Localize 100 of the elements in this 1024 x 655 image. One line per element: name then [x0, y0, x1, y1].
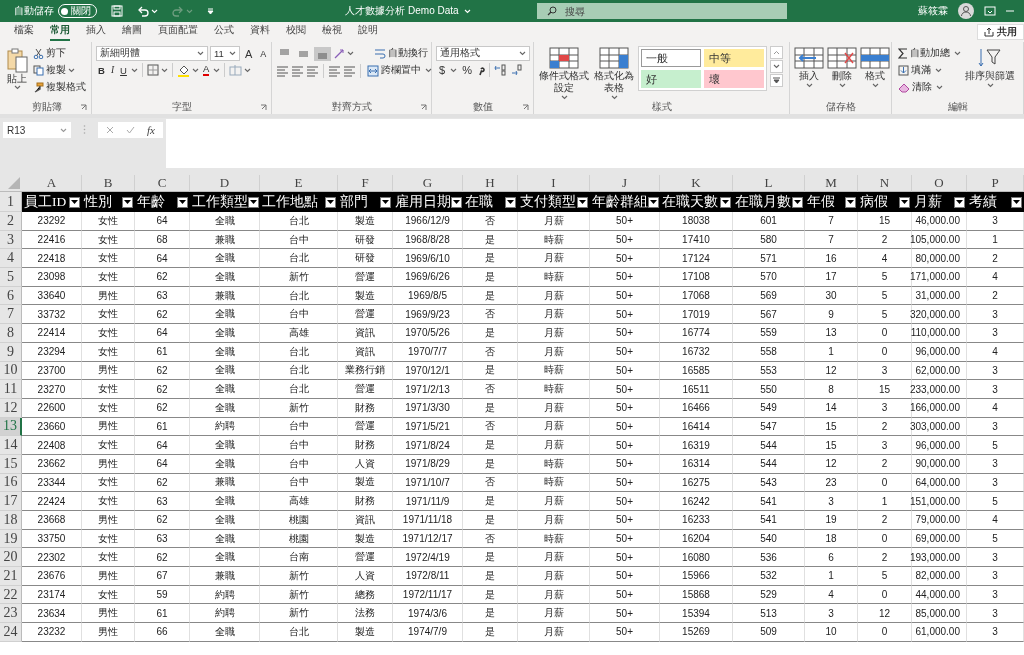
increase-decimal-icon[interactable] [493, 64, 508, 76]
search-field[interactable]: 搜尋 [564, 3, 765, 19]
column-letter[interactable]: D [190, 175, 260, 192]
column-letter[interactable]: J [590, 175, 660, 192]
percent-button[interactable]: % [459, 64, 475, 76]
name-box[interactable]: R13 [3, 122, 71, 138]
cell-style-option[interactable]: 好 [641, 70, 701, 88]
scroll-down-button[interactable] [770, 60, 783, 73]
align-right-icon[interactable] [306, 64, 319, 77]
align-left-icon[interactable] [276, 64, 289, 77]
number-format-field[interactable]: 通用格式 [436, 46, 530, 61]
insert-cells-button[interactable]: 插入 [794, 46, 824, 89]
minimize-icon[interactable] [1006, 7, 1014, 15]
filter-button[interactable] [648, 196, 659, 208]
bold-button[interactable]: B [96, 63, 107, 77]
filter-button[interactable] [248, 196, 259, 208]
borders-icon[interactable] [146, 64, 159, 76]
ribbon-tab[interactable]: 說明 [358, 23, 378, 41]
row-number[interactable]: 24 [0, 623, 22, 642]
font-name-field[interactable]: 新細明體 [96, 46, 208, 61]
merge-center-button[interactable]: 跨欄置中 [365, 63, 423, 78]
italic-button[interactable]: I [108, 64, 117, 76]
format-painter-button[interactable]: 複製格式 [31, 80, 88, 95]
row-number[interactable]: 1 [0, 192, 22, 212]
decrease-decimal-icon[interactable] [509, 64, 524, 76]
filter-button[interactable] [69, 196, 80, 208]
column-letter[interactable]: F [338, 175, 393, 192]
column-letter[interactable]: K [660, 175, 733, 192]
row-number[interactable]: 14 [0, 436, 22, 455]
row-number[interactable]: 23 [0, 604, 22, 624]
bottom-align-button[interactable] [314, 46, 331, 61]
cell-style-option[interactable]: 中等 [704, 49, 764, 67]
filter-button[interactable] [380, 196, 391, 208]
undo-icon[interactable] [137, 5, 149, 17]
align-center-icon[interactable] [291, 64, 304, 77]
filter-button[interactable] [899, 196, 910, 208]
font-size-field[interactable]: 11 [210, 46, 240, 61]
ribbon-tab[interactable]: 公式 [214, 23, 234, 41]
underline-button[interactable]: U [118, 63, 129, 77]
comma-style-icon[interactable] [476, 64, 485, 76]
column-letter[interactable]: P [967, 175, 1024, 192]
filter-button[interactable] [577, 196, 588, 208]
cell-style-option[interactable]: 一般 [641, 49, 701, 67]
ribbon-display-icon[interactable] [984, 6, 996, 16]
delete-cells-button[interactable]: 刪除 [827, 46, 857, 89]
row-number[interactable]: 2 [0, 212, 22, 231]
launcher-icon[interactable] [420, 104, 427, 111]
row-number[interactable]: 4 [0, 249, 22, 269]
cancel-icon[interactable] [106, 126, 114, 134]
search-box[interactable]: 搜尋 [536, 3, 787, 19]
ribbon-tab[interactable]: 插入 [86, 23, 106, 41]
decrease-indent-icon[interactable] [328, 64, 341, 77]
format-as-table-button[interactable]: 格式化為表格 [593, 46, 635, 101]
filter-button[interactable] [792, 196, 803, 208]
column-letter[interactable]: B [82, 175, 135, 192]
ribbon-tab[interactable]: 資料 [250, 23, 270, 41]
launcher-icon[interactable] [522, 104, 529, 111]
filter-button[interactable] [122, 196, 133, 208]
column-letter[interactable]: G [393, 175, 463, 192]
save-icon[interactable] [111, 5, 123, 17]
increase-indent-icon[interactable] [343, 64, 356, 77]
ribbon-tab[interactable]: 繪圖 [122, 23, 142, 41]
filter-button[interactable] [325, 196, 336, 208]
row-number[interactable]: 17 [0, 492, 22, 511]
avatar[interactable] [958, 3, 974, 19]
row-number[interactable]: 20 [0, 548, 22, 568]
paste-button[interactable]: 貼上 [6, 46, 28, 92]
fill-color-icon[interactable] [176, 63, 190, 77]
sort-filter-button[interactable]: 排序與篩選 [964, 46, 1016, 89]
orientation-icon[interactable] [333, 47, 345, 60]
row-number[interactable]: 18 [0, 511, 22, 530]
row-number[interactable]: 5 [0, 268, 22, 287]
scroll-up-button[interactable] [770, 46, 783, 59]
row-number[interactable]: 8 [0, 324, 22, 343]
filter-button[interactable] [1011, 196, 1022, 208]
ribbon-tab[interactable]: 頁面配置 [158, 23, 198, 41]
column-letter[interactable]: C [135, 175, 190, 192]
cut-button[interactable]: 剪下 [31, 46, 88, 61]
ribbon-tab[interactable]: 檢視 [322, 23, 342, 41]
column-letter[interactable]: H [463, 175, 518, 192]
filter-button[interactable] [720, 196, 731, 208]
share-button[interactable]: 共用 [977, 24, 1024, 40]
launcher-icon[interactable] [80, 104, 87, 111]
wrap-text-button[interactable]: 自動換行 [372, 46, 430, 61]
customize-icon[interactable] [207, 7, 214, 15]
copy-button[interactable]: 複製 [31, 63, 88, 78]
formula-field[interactable] [165, 119, 1024, 168]
font-color-button[interactable]: A [200, 63, 212, 77]
column-letter[interactable]: N [858, 175, 912, 192]
grow-font-button[interactable]: A [242, 47, 256, 60]
currency-button[interactable]: $ [436, 64, 449, 76]
fill-button[interactable]: 填滿 [896, 63, 933, 78]
column-letter[interactable]: I [518, 175, 590, 192]
shrink-font-button[interactable]: A [257, 48, 270, 59]
column-letter[interactable]: A [22, 175, 82, 192]
ribbon-tab[interactable]: 常用 [50, 23, 70, 41]
more-styles-button[interactable] [770, 74, 783, 87]
conditional-formatting-button[interactable]: 條件式格式設定 [538, 46, 590, 101]
column-letter[interactable]: M [805, 175, 858, 192]
row-number[interactable]: 11 [0, 380, 22, 399]
